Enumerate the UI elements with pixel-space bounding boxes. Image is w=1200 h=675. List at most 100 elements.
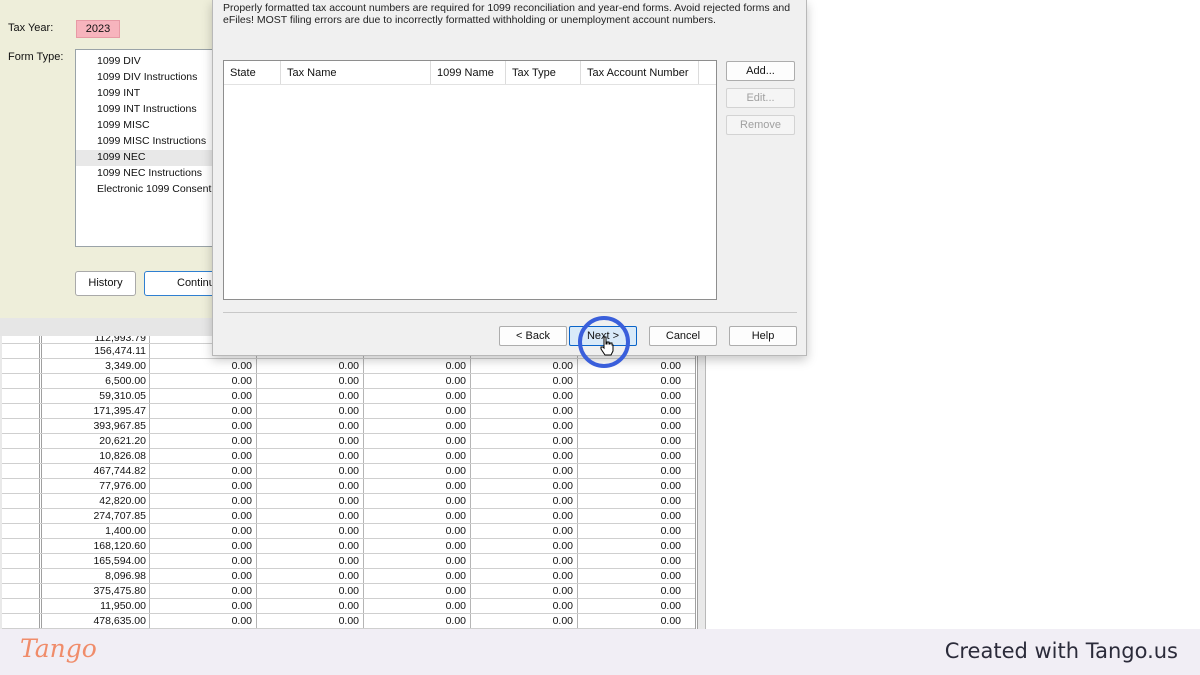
value-cell: 0.00 xyxy=(150,614,257,628)
table-row[interactable]: 77,976.00 0.00 0.00 0.00 0.00 0.00 xyxy=(2,479,695,494)
value-cell: 0.00 xyxy=(257,584,364,598)
row-header-cell xyxy=(2,359,42,373)
table-row[interactable]: 59,310.05 0.00 0.00 0.00 0.00 0.00 xyxy=(2,389,695,404)
amount-cell: 20,621.20 xyxy=(42,434,150,448)
table-row[interactable]: 10,826.08 0.00 0.00 0.00 0.00 0.00 xyxy=(2,449,695,464)
form-type-item[interactable]: 1099 NEC Instructions xyxy=(76,166,224,182)
row-header-cell xyxy=(2,569,42,583)
column-header-tax-name[interactable]: Tax Name xyxy=(281,61,431,84)
table-row[interactable]: 375,475.80 0.00 0.00 0.00 0.00 0.00 xyxy=(2,584,695,599)
form-type-item[interactable]: 1099 INT xyxy=(76,86,224,102)
column-header-1099-name[interactable]: 1099 Name xyxy=(431,61,506,84)
form-type-item[interactable]: 1099 DIV Instructions xyxy=(76,70,224,86)
value-cell: 0.00 xyxy=(257,524,364,538)
table-row[interactable]: 168,120.60 0.00 0.00 0.00 0.00 0.00 xyxy=(2,539,695,554)
amount-cell: 165,594.00 xyxy=(42,554,150,568)
value-cell: 0.00 xyxy=(660,510,681,522)
value-cell: 0.00 xyxy=(257,464,364,478)
value-cell: 0.00 xyxy=(150,509,257,523)
form-type-item[interactable]: Electronic 1099 Consent xyxy=(76,182,224,198)
value-cell: 0.00 xyxy=(150,419,257,433)
column-header-tax-account-number[interactable]: Tax Account Number xyxy=(581,61,699,84)
row-header-cell xyxy=(2,494,42,508)
form-type-item[interactable]: 1099 MISC Instructions xyxy=(76,134,224,150)
value-cell: 0.00 xyxy=(364,509,471,523)
tax-table-header: State Tax Name 1099 Name Tax Type Tax Ac… xyxy=(224,61,716,85)
tax-year-field[interactable]: 2023 xyxy=(76,20,120,38)
value-cell: 0.00 xyxy=(150,404,257,418)
value-cell: 0.00 xyxy=(660,570,681,582)
table-row[interactable]: 478,635.00 0.00 0.00 0.00 0.00 0.00 xyxy=(2,614,695,629)
row-header-cell xyxy=(2,404,42,418)
form-type-item[interactable]: 1099 NEC xyxy=(76,150,224,166)
edit-button[interactable]: Edit... xyxy=(726,88,795,108)
value-cell: 0.00 xyxy=(471,569,578,583)
table-row[interactable]: 171,395.47 0.00 0.00 0.00 0.00 0.00 xyxy=(2,404,695,419)
row-header-cell xyxy=(2,509,42,523)
dialog-separator xyxy=(223,312,797,313)
value-cell: 0.00 xyxy=(471,359,578,373)
table-row[interactable]: 8,096.98 0.00 0.00 0.00 0.00 0.00 xyxy=(2,569,695,584)
value-cell: 0.00 xyxy=(150,569,257,583)
table-row[interactable]: 274,707.85 0.00 0.00 0.00 0.00 0.00 xyxy=(2,509,695,524)
form-type-item[interactable]: 1099 DIV xyxy=(76,54,224,70)
column-header-tax-type[interactable]: Tax Type xyxy=(506,61,581,84)
value-cell: 0.00 xyxy=(471,449,578,463)
amount-cell: 59,310.05 xyxy=(42,389,150,403)
table-row[interactable]: 467,744.82 0.00 0.00 0.00 0.00 0.00 xyxy=(2,464,695,479)
amount-cell: 3,349.00 xyxy=(42,359,150,373)
value-cell: 0.00 xyxy=(364,359,471,373)
history-button[interactable]: History xyxy=(75,271,136,296)
value-cell: 0.00 xyxy=(257,599,364,613)
value-cell: 0.00 xyxy=(471,389,578,403)
value-cell: 0.00 xyxy=(660,585,681,597)
amount-cell: 11,950.00 xyxy=(42,599,150,613)
tax-account-table[interactable]: State Tax Name 1099 Name Tax Type Tax Ac… xyxy=(223,60,717,300)
value-cell: 0.00 xyxy=(257,539,364,553)
amount-cell: 171,395.47 xyxy=(42,404,150,418)
cancel-button[interactable]: Cancel xyxy=(649,326,717,346)
value-cell: 0.00 xyxy=(257,554,364,568)
value-cell: 0.00 xyxy=(257,374,364,388)
value-cell: 0.00 xyxy=(257,494,364,508)
value-cell: 0.00 xyxy=(471,584,578,598)
value-cell: 0.00 xyxy=(471,599,578,613)
form-type-item[interactable]: 1099 MISC xyxy=(76,118,224,134)
table-row[interactable]: 165,594.00 0.00 0.00 0.00 0.00 0.00 xyxy=(2,554,695,569)
value-cell: 0.00 xyxy=(150,554,257,568)
column-header-state[interactable]: State xyxy=(224,61,281,84)
row-header-cell xyxy=(2,524,42,538)
back-button[interactable]: < Back xyxy=(499,326,567,346)
table-row[interactable]: 20,621.20 0.00 0.00 0.00 0.00 0.00 xyxy=(2,434,695,449)
table-row[interactable]: 1,400.00 0.00 0.00 0.00 0.00 0.00 xyxy=(2,524,695,539)
value-cell: 0.00 xyxy=(471,614,578,628)
value-cell: 0.00 xyxy=(364,449,471,463)
form-type-label: Form Type: xyxy=(8,51,64,63)
amount-cell: 393,967.85 xyxy=(42,419,150,433)
value-cell: 0.00 xyxy=(364,404,471,418)
help-button[interactable]: Help xyxy=(729,326,797,346)
table-row[interactable]: 6,500.00 0.00 0.00 0.00 0.00 0.00 xyxy=(2,374,695,389)
row-header-cell xyxy=(2,434,42,448)
form-type-item[interactable]: 1099 INT Instructions xyxy=(76,102,224,118)
add-button[interactable]: Add... xyxy=(726,61,795,81)
table-row[interactable]: 11,950.00 0.00 0.00 0.00 0.00 0.00 xyxy=(2,599,695,614)
table-row[interactable]: 393,967.85 0.00 0.00 0.00 0.00 0.00 xyxy=(2,419,695,434)
value-cell: 0.00 xyxy=(660,615,681,627)
value-cell: 0.00 xyxy=(660,420,681,432)
amount-cell: 112,993.79 xyxy=(42,336,150,343)
table-row[interactable]: 42,820.00 0.00 0.00 0.00 0.00 0.00 xyxy=(2,494,695,509)
value-cell: 0.00 xyxy=(471,554,578,568)
value-cell: 0.00 xyxy=(364,524,471,538)
row-header-cell xyxy=(2,479,42,493)
value-cell: 0.00 xyxy=(364,569,471,583)
form-type-list[interactable]: 1099 DIV 1099 DIV Instructions 1099 INT 109… xyxy=(75,49,225,247)
value-cell: 0.00 xyxy=(150,464,257,478)
value-cell: 0.00 xyxy=(364,614,471,628)
value-cell: 0.00 xyxy=(150,449,257,463)
value-cell: 0.00 xyxy=(660,555,681,567)
remove-button[interactable]: Remove xyxy=(726,115,795,135)
value-cell: 0.00 xyxy=(257,569,364,583)
row-header-cell xyxy=(2,599,42,613)
value-cell: 0.00 xyxy=(471,509,578,523)
